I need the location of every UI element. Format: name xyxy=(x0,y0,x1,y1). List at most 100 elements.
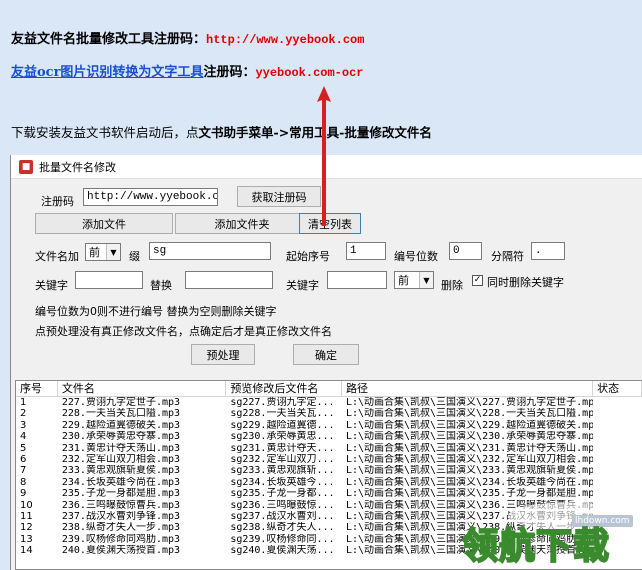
red-arrow-annotation xyxy=(317,86,331,226)
suffix-label: 缀 xyxy=(129,250,140,263)
col-header-index[interactable]: 序号 xyxy=(16,381,58,396)
position-select-value: 前 xyxy=(89,246,100,259)
line3-bold: 文书助手菜单->常用工具-批量修改文件名 xyxy=(198,125,432,140)
row-preview: sg237.战汉水曹刘... xyxy=(230,510,335,522)
row-preview: sg238.纵奇才失人... xyxy=(230,522,335,534)
row-index: 6 xyxy=(20,453,27,465)
row-status xyxy=(593,420,642,431)
delete-position-select[interactable]: 前 ▼ xyxy=(394,271,434,289)
delete-position-value: 前 xyxy=(398,274,409,287)
row-status xyxy=(593,454,642,465)
table-row[interactable]: 8 234.长坂英雄今尚在.mp3 sg234.长坂英雄今... L:\动画合集\凯叔… xyxy=(16,477,642,488)
row-index: 4 xyxy=(20,431,27,443)
row-status xyxy=(593,397,642,408)
separator-label: 分隔符 xyxy=(491,250,524,263)
table-row[interactable]: 2 228.一夫当关瓦口隘.mp3 sg228.一夫当关瓦... L:\动画合集\凯叔… xyxy=(16,408,642,419)
row-filename: 229.越险道翼德破关.mp3 xyxy=(61,419,181,431)
row-path: L:\动画合集\凯叔\三国演义\228.一夫当关瓦口隘.mp3 xyxy=(345,408,594,420)
row-index: 5 xyxy=(20,442,27,454)
ocr-tool-link[interactable]: 友益ocr图片识别转换为文字工具 xyxy=(11,65,203,80)
add-folder-button[interactable]: 添加文件夹 xyxy=(175,213,309,234)
filename-add-label: 文件名加 xyxy=(35,250,79,263)
keyword-label-2: 关键字 xyxy=(286,279,319,292)
row-index: 12 xyxy=(20,522,33,534)
start-seq-label: 起始序号 xyxy=(286,250,330,263)
line3-prefix: 下载安装友益文书软件启动后，点 xyxy=(11,125,199,140)
row-preview: sg233.黄忠观旗斩... xyxy=(230,465,335,477)
replace-input[interactable] xyxy=(185,271,273,289)
also-delete-label: 同时删除关键字 xyxy=(487,276,564,289)
row-filename: 233.黄忠观旗斩夏侯.mp3 xyxy=(61,465,181,477)
hint-line-2: 点预处理没有真正修改文件名，点确定后才是真正修改文件名 xyxy=(35,325,332,338)
row-path: L:\动画合集\凯叔\三国演义\231.黄忠计夺天荡山.mp3 xyxy=(345,442,594,454)
row-preview: sg231.黄忠计夺天... xyxy=(230,442,335,454)
prefix-input[interactable]: sg xyxy=(149,242,271,260)
row-preview: sg236.三鸣曝鼓惊... xyxy=(230,499,335,511)
instruction-line-3: 下载安装友益文书软件启动后，点文书助手菜单->常用工具-批量修改文件名 xyxy=(11,122,432,141)
row-index: 1 xyxy=(20,397,27,408)
row-filename: 238.纵奇才失人一步.mp3 xyxy=(61,522,181,534)
start-seq-input[interactable]: 1 xyxy=(346,242,386,260)
row-path: L:\动画合集\凯叔\三国演义\233.黄忠观旗斩夏侯.mp3 xyxy=(345,465,594,477)
col-header-status[interactable]: 状态 xyxy=(593,381,642,396)
row-path: L:\动画合集\凯叔\三国演义\229.越险道翼德破关.mp3 xyxy=(345,419,594,431)
window-title: 批量文件名修改 xyxy=(39,160,116,174)
col-header-preview[interactable]: 预览修改后文件名 xyxy=(226,381,342,396)
table-row[interactable]: 5 231.黄忠计夺天荡山.mp3 sg231.黄忠计夺天... L:\动画合集\凯叔… xyxy=(16,443,642,454)
row-filename: 228.一夫当关瓦口隘.mp3 xyxy=(61,408,181,420)
instruction-line-2: 友益ocr图片识别转换为文字工具注册码：yyebook.com-ocr xyxy=(11,61,363,80)
digits-input[interactable]: 0 xyxy=(449,242,482,260)
reg-code-input[interactable]: http://www.yyebook.com xyxy=(83,188,218,206)
row-path: L:\动画合集\凯叔\三国演义\227.贾诩九字定世子.mp3 xyxy=(345,397,594,408)
row-preview: sg235.子龙一身都... xyxy=(230,488,335,500)
row-index: 14 xyxy=(20,545,33,557)
replace-label: 替换 xyxy=(150,279,172,292)
row-filename: 231.黄忠计夺天荡山.mp3 xyxy=(61,442,181,454)
table-row[interactable]: 7 233.黄忠观旗斩夏侯.mp3 sg233.黄忠观旗斩... L:\动画合集\凯叔… xyxy=(16,465,642,476)
row-filename: 235.子龙一身都是胆.mp3 xyxy=(61,488,181,500)
row-preview: sg240.夏侯渊天荡... xyxy=(230,545,335,557)
keyword-input[interactable] xyxy=(75,271,143,289)
digits-label: 编号位数 xyxy=(394,250,438,263)
add-file-button[interactable]: 添加文件 xyxy=(35,213,173,234)
delete-label: 删除 xyxy=(441,279,463,292)
app-icon: ■ xyxy=(19,159,33,174)
table-row[interactable]: 6 232.定军山双刀相会.mp3 sg232.定军山双刀... L:\动画合集\凯叔… xyxy=(16,454,642,465)
preprocess-button[interactable]: 预处理 xyxy=(191,344,255,365)
watermark-text: 领航下载 xyxy=(461,525,611,568)
row-preview: sg228.一夫当关瓦... xyxy=(230,408,335,420)
row-index: 10 xyxy=(20,499,33,511)
get-reg-button[interactable]: 获取注册码 xyxy=(237,186,321,207)
line2-text: 注册码： xyxy=(203,65,256,80)
delete-keyword-input[interactable] xyxy=(327,271,387,289)
table-row[interactable]: 1 227.贾诩九字定世子.mp3 sg227.贾诩九字定... L:\动画合集\凯叔… xyxy=(16,397,642,408)
row-index: 8 xyxy=(20,476,27,488)
position-select[interactable]: 前 ▼ xyxy=(85,243,121,261)
row-status xyxy=(593,443,642,454)
row-status xyxy=(593,408,642,419)
row-status xyxy=(593,431,642,442)
line1-text: 友益文件名批量修改工具注册码： xyxy=(11,32,207,47)
confirm-button[interactable]: 确定 xyxy=(293,344,359,365)
col-header-path[interactable]: 路径 xyxy=(342,381,594,396)
row-index: 13 xyxy=(20,533,33,545)
table-row[interactable]: 3 229.越险道翼德破关.mp3 sg229.越险道翼德... L:\动画合集\凯叔… xyxy=(16,420,642,431)
row-status xyxy=(593,477,642,488)
row-path: L:\动画合集\凯叔\三国演义\232.定军山双刀相会.mp3 xyxy=(345,453,594,465)
table-row[interactable]: 4 230.承荣辱黄忠夺寨.mp3 sg230.承荣辱黄忠... L:\动画合集\凯叔… xyxy=(16,431,642,442)
col-header-filename[interactable]: 文件名 xyxy=(58,381,227,396)
row-index: 3 xyxy=(20,419,27,431)
row-filename: 232.定军山双刀相会.mp3 xyxy=(61,453,181,465)
row-index: 9 xyxy=(20,488,27,500)
hint-line-1: 编号位数为0则不进行编号 替换为空则删除关键字 xyxy=(35,305,277,318)
instruction-line-1: 友益文件名批量修改工具注册码：http://www.yyebook.com xyxy=(11,28,364,47)
separator-input[interactable]: . xyxy=(531,242,565,260)
row-path: L:\动画合集\凯叔\三国演义\230.承荣辱黄忠夺寨.mp3 xyxy=(345,431,594,443)
row-preview: sg232.定军山双刀... xyxy=(230,453,335,465)
row-preview: sg234.长坂英雄今... xyxy=(230,476,335,488)
row-preview: sg229.越险道翼德... xyxy=(230,419,335,431)
also-delete-checkbox[interactable]: ✓ xyxy=(472,275,483,286)
row-filename: 237.战汉水曹刘争锋.mp3 xyxy=(61,510,181,522)
row-index: 11 xyxy=(20,510,33,522)
chevron-down-icon: ▼ xyxy=(106,244,120,260)
